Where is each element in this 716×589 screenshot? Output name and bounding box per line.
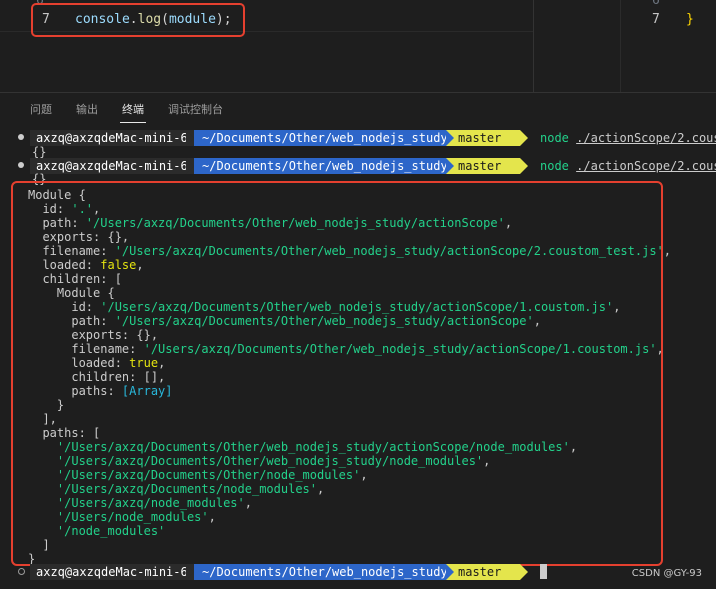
panel-tabs: 问题 输出 终端 调试控制台 xyxy=(0,93,716,125)
terminal-cursor xyxy=(540,564,547,579)
tab-debug-console[interactable]: 调试控制台 xyxy=(168,101,223,117)
editor-area: 6 7 console.log(module); 6 7 } xyxy=(0,0,716,92)
command-text: node ./actionScope/2.coust xyxy=(540,130,716,146)
prompt-user: axzq@axzqdeMac-mini-6 xyxy=(30,130,194,146)
terminal-prompt: axzq@axzqdeMac-mini-6 ~/Documents/Other/… xyxy=(0,158,716,175)
prompt-branch-label: master xyxy=(458,565,502,579)
segment-arrow-icon xyxy=(186,564,194,580)
segment-arrow-icon xyxy=(520,130,528,146)
command-name: node xyxy=(540,159,569,173)
command-decoration-icon[interactable] xyxy=(18,568,25,575)
prompt-branch-label: master xyxy=(458,131,502,145)
prompt-path: ~/Documents/Other/web_nodejs_study xyxy=(194,564,454,580)
segment-arrow-icon xyxy=(446,130,454,146)
segment-arrow-icon xyxy=(186,158,194,174)
tab-output[interactable]: 输出 xyxy=(76,101,98,117)
watermark: CSDN @GY-93 xyxy=(631,568,702,579)
code-brace: } xyxy=(686,12,694,27)
prompt-user: axzq@axzqdeMac-mini-6 xyxy=(30,158,194,174)
prompt-path: ~/Documents/Other/web_nodejs_study xyxy=(194,158,454,174)
prompt-branch: master xyxy=(446,158,520,174)
prompt-user: axzq@axzqdeMac-mini-6 xyxy=(30,564,194,580)
prompt-branch: master xyxy=(446,130,520,146)
prompt-branch-label: master xyxy=(458,159,502,173)
prompt-path: ~/Documents/Other/web_nodejs_study xyxy=(194,130,454,146)
highlight-box xyxy=(11,181,663,566)
command-name: node xyxy=(540,131,569,145)
tab-problems[interactable]: 问题 xyxy=(30,101,52,117)
editor-pane-left[interactable]: 6 7 console.log(module); xyxy=(0,0,533,92)
line-number: 6 xyxy=(652,0,660,8)
segment-arrow-icon xyxy=(446,158,454,174)
output-token: , xyxy=(663,244,672,258)
editor-pane-right[interactable]: 6 7 } xyxy=(620,0,716,92)
editor-split-divider[interactable] xyxy=(533,0,534,92)
segment-arrow-icon xyxy=(520,564,528,580)
line-number: 7 xyxy=(652,12,660,27)
active-tab-indicator xyxy=(120,122,146,123)
command-text: node ./actionScope/2.coust xyxy=(540,158,716,174)
prompt-branch: master xyxy=(446,564,520,580)
segment-arrow-icon xyxy=(520,158,528,174)
terminal-prompt: axzq@axzqdeMac-mini-6 ~/Documents/Other/… xyxy=(0,130,716,147)
command-decoration-icon[interactable] xyxy=(18,134,24,140)
segment-arrow-icon xyxy=(446,564,454,580)
segment-arrow-icon xyxy=(186,130,194,146)
terminal-prompt: axzq@axzqdeMac-mini-6 ~/Documents/Other/… xyxy=(0,564,716,581)
tab-terminal[interactable]: 终端 xyxy=(122,101,144,117)
highlight-box xyxy=(31,3,245,37)
command-arg-link[interactable]: ./actionScope/2.coust xyxy=(576,159,716,173)
command-decoration-icon[interactable] xyxy=(18,162,24,168)
command-arg-link[interactable]: ./actionScope/2.coust xyxy=(576,131,716,145)
terminal[interactable]: axzq@axzqdeMac-mini-6 ~/Documents/Other/… xyxy=(0,125,716,589)
terminal-output: {} xyxy=(32,145,47,159)
